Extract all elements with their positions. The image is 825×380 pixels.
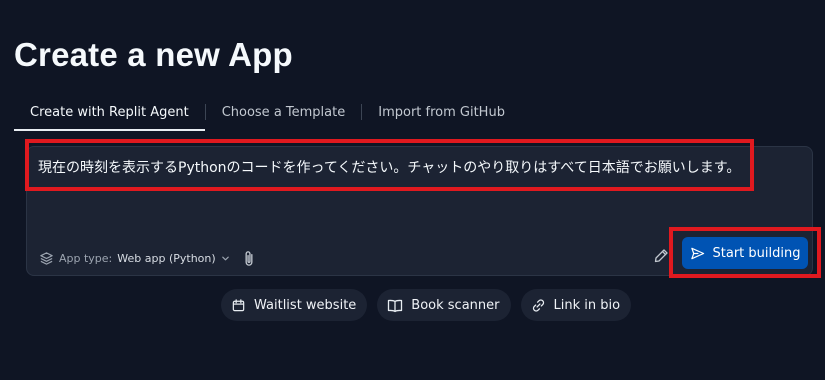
chevron-down-icon [221,254,230,263]
send-icon [690,246,705,261]
create-app-page: Create a new App Create with Replit Agen… [0,0,825,380]
suggestion-chip-book-scanner[interactable]: Book scanner [377,289,511,321]
calendar-icon [231,298,246,313]
tab-label: Choose a Template [221,104,346,120]
suggestion-chip-link-in-bio[interactable]: Link in bio [520,289,632,321]
layers-icon [39,251,54,266]
prompt-input-box[interactable]: 現在の時刻を表示するPythonのコードを作ってください。チャットのやり取りはす… [26,146,813,276]
tab-create-with-agent[interactable]: Create with Replit Agent [14,93,205,131]
book-icon [387,298,403,313]
suggestion-label: Waitlist website [254,297,357,313]
app-type-label: App type: [59,251,113,265]
app-type-value: Web app (Python) [117,251,216,265]
tab-bar: Create with Replit Agent Choose a Templa… [14,93,521,131]
prompt-textarea[interactable]: 現在の時刻を表示するPythonのコードを作ってください。チャットのやり取りはす… [38,157,788,177]
tab-label: Import from GitHub [378,104,505,120]
tab-import-github[interactable]: Import from GitHub [362,93,521,131]
tab-choose-template[interactable]: Choose a Template [206,93,362,131]
paperclip-icon[interactable] [241,249,257,267]
tab-label: Create with Replit Agent [30,104,189,120]
suggestion-chips: Waitlist website Book scanner Link in bi… [221,289,632,321]
app-type-selector[interactable]: App type: Web app (Python) [39,248,230,268]
suggestion-chip-waitlist[interactable]: Waitlist website [221,289,368,321]
suggestion-label: Link in bio [553,297,621,313]
pen-icon[interactable] [650,245,672,267]
suggestion-label: Book scanner [411,297,500,313]
start-building-label: Start building [712,245,801,261]
start-building-button[interactable]: Start building [682,237,808,269]
link-icon [531,298,546,313]
page-title: Create a new App [14,36,293,73]
